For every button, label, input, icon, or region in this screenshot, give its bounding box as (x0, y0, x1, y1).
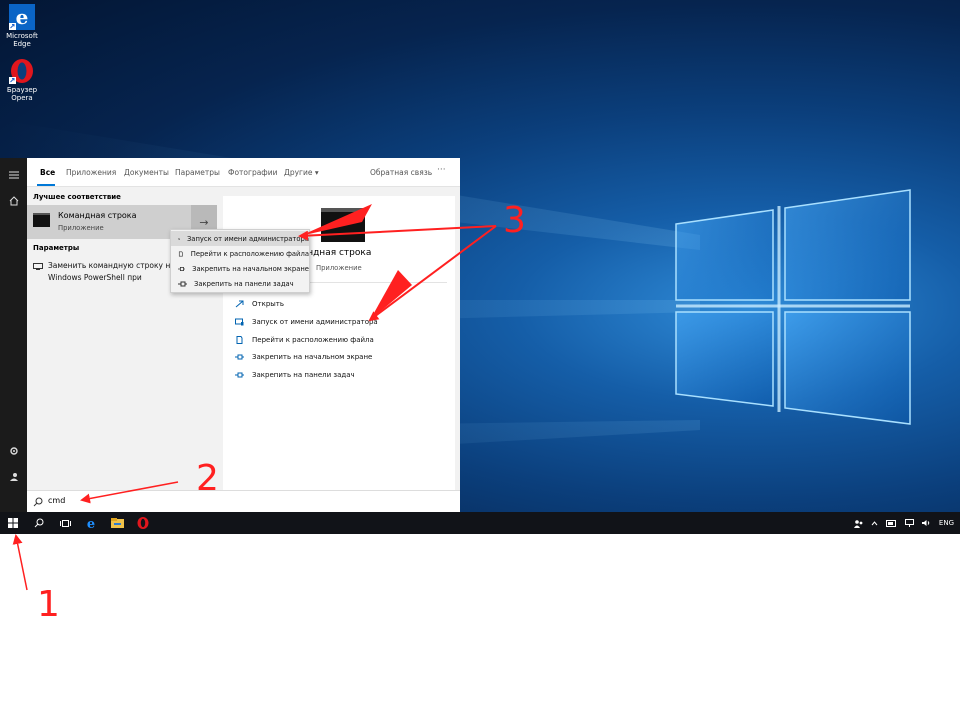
svg-text:e: e (16, 5, 29, 29)
active-tab-indicator (37, 184, 55, 186)
home-icon (9, 196, 18, 206)
context-run-as-admin[interactable]: Запуск от имени администратора (171, 231, 309, 246)
pin-taskbar-icon (235, 372, 244, 378)
hamburger-icon (8, 171, 19, 179)
expand-menu-button[interactable] (0, 164, 27, 186)
language-indicator[interactable]: ENG (939, 519, 954, 527)
task-view-button[interactable] (52, 512, 78, 534)
desktop-icon-label: Microsoft (6, 32, 38, 40)
desktop-icon-label: Браузер (6, 86, 38, 94)
command-prompt-large-icon (321, 208, 365, 242)
step-number-3: 3 (503, 200, 526, 241)
volume-icon[interactable] (921, 519, 931, 527)
edge-icon: e (9, 4, 35, 30)
action-open[interactable]: Открыть (235, 300, 284, 308)
context-open-file-location[interactable]: Перейти к расположению файла (171, 246, 309, 261)
settings-result-line2: Windows PowerShell при (48, 273, 142, 282)
start-menu-rail (0, 158, 27, 512)
desktop-icon-label: Opera (11, 94, 33, 102)
system-tray: ENG (853, 512, 960, 534)
context-item-label: Запуск от имени администратора (186, 234, 309, 243)
network-icon[interactable] (904, 519, 914, 527)
file-location-icon (178, 250, 183, 257)
tab-settings[interactable]: Параметры (175, 168, 220, 177)
search-input[interactable]: cmd (48, 496, 65, 505)
best-match-name: Командная строка (58, 211, 137, 220)
more-options-icon[interactable]: ··· (437, 165, 446, 175)
taskbar-edge-button[interactable]: e (78, 512, 104, 534)
context-item-label: Закрепить на панели задач (194, 279, 294, 288)
file-location-icon (236, 336, 243, 344)
context-item-label: Перейти к расположению файла (190, 249, 309, 258)
monitor-icon (33, 263, 43, 270)
action-run-as-admin[interactable]: Запуск от имени администратора (235, 318, 378, 326)
action-pin-to-start[interactable]: Закрепить на начальном экране (235, 353, 372, 361)
action-open-file-location[interactable]: Перейти к расположению файла (235, 336, 374, 344)
command-prompt-icon (33, 213, 50, 227)
opera-icon (137, 517, 149, 529)
pin-start-icon (235, 354, 244, 360)
svg-text:e: e (87, 517, 95, 529)
arrow-to-start-button (12, 534, 28, 591)
step-number-2: 2 (196, 458, 219, 499)
desktop-icon-label: Edge (13, 40, 31, 48)
desktop-icon-edge[interactable]: e Microsoft Edge (0, 4, 44, 48)
taskbar-file-explorer-button[interactable] (104, 512, 130, 534)
open-icon (235, 300, 244, 308)
opera-icon (9, 58, 35, 84)
tab-photos[interactable]: Фотографии (228, 168, 277, 177)
taskbar-search-button[interactable] (26, 512, 52, 534)
home-button[interactable] (0, 190, 27, 212)
tab-other[interactable]: Другие ▾ (284, 168, 319, 177)
people-icon[interactable] (853, 519, 863, 528)
context-pin-to-start[interactable]: Закрепить на начальном экране (171, 261, 309, 276)
settings-button[interactable] (0, 440, 27, 462)
context-menu: Запуск от имени администратора Перейти к… (170, 229, 310, 293)
pin-start-icon (178, 266, 186, 271)
run-as-admin-icon (235, 318, 244, 326)
action-label: Открыть (252, 300, 284, 308)
action-label: Перейти к расположению файла (252, 336, 374, 344)
search-icon (34, 518, 44, 528)
taskbar: e ENG (0, 512, 960, 534)
start-button[interactable] (0, 512, 26, 534)
windows-start-icon (8, 518, 18, 528)
feedback-link[interactable]: Обратная связь (370, 168, 432, 177)
taskbar-opera-button[interactable] (130, 512, 156, 534)
edge-icon: e (87, 517, 95, 529)
run-as-admin-icon (178, 237, 180, 240)
action-label: Закрепить на панели задач (252, 371, 355, 379)
tab-documents[interactable]: Документы (124, 168, 169, 177)
action-label: Закрепить на начальном экране (252, 353, 373, 361)
pin-taskbar-icon (178, 281, 187, 286)
settings-result-line1: Заменить командную строку на (48, 261, 175, 270)
task-view-icon (59, 519, 71, 527)
feedback-person-icon (9, 473, 18, 481)
best-match-type: Приложение (58, 224, 104, 232)
action-label: Запуск от имени администратора (252, 318, 378, 326)
file-explorer-icon (110, 518, 124, 528)
context-item-label: Закрепить на начальном экране (192, 264, 309, 273)
settings-heading: Параметры (33, 244, 80, 252)
gear-icon (9, 447, 18, 455)
search-box[interactable]: cmd (27, 490, 460, 512)
tab-apps[interactable]: Приложения (66, 168, 116, 177)
step-number-1: 1 (37, 584, 60, 625)
feedback-hub-button[interactable] (0, 466, 27, 488)
preview-app-type: Приложение (316, 264, 362, 272)
best-match-item[interactable]: Командная строка Приложение (27, 205, 191, 239)
battery-icon[interactable] (885, 519, 897, 527)
search-panel: Все Приложения Документы Параметры Фотог… (27, 158, 460, 512)
chevron-up-icon[interactable] (871, 520, 878, 527)
action-pin-to-taskbar[interactable]: Закрепить на панели задач (235, 371, 355, 379)
screenshot-stage: e Microsoft Edge Браузер Opera Все Прило… (0, 0, 960, 719)
search-tabs: Все Приложения Документы Параметры Фотог… (27, 158, 460, 187)
arrow-right-icon: → (199, 215, 209, 229)
context-pin-to-taskbar[interactable]: Закрепить на панели задач (171, 276, 309, 291)
search-icon (33, 497, 43, 507)
desktop-icon-opera[interactable]: Браузер Opera (0, 58, 44, 102)
tab-all[interactable]: Все (40, 168, 55, 177)
best-match-heading: Лучшее соответствие (33, 193, 121, 201)
